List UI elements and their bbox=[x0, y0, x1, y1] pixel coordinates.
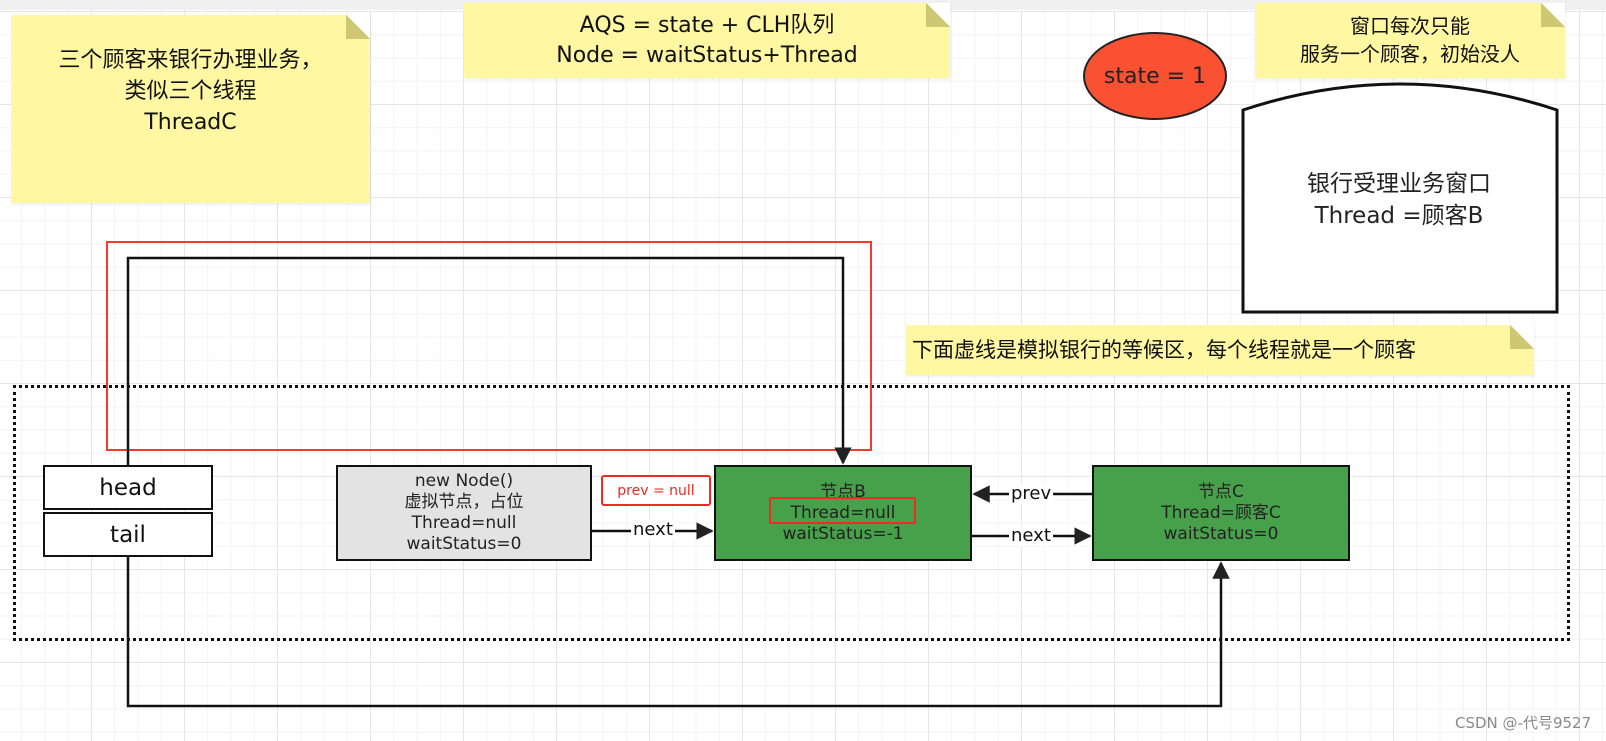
bank-window-line: Thread =顾客B bbox=[1314, 203, 1484, 229]
note-fold-corner bbox=[346, 15, 370, 39]
note-line: ThreadC bbox=[144, 110, 237, 135]
note-line: Node = waitStatus+Thread bbox=[556, 43, 858, 68]
note-line: 类似三个线程 bbox=[124, 79, 257, 104]
note-text: 下面虚线是模拟银行的等候区，每个线程就是一个顾客 bbox=[912, 338, 1416, 362]
note-window-rule[interactable]: 窗口每次只能 服务一个顾客，初始没人 bbox=[1255, 3, 1565, 78]
note-fold-corner bbox=[1541, 3, 1565, 27]
head-label: head bbox=[99, 474, 157, 501]
note-line: 窗口每次只能 bbox=[1350, 14, 1470, 38]
prev-null-annotation[interactable]: prev = null bbox=[601, 475, 711, 506]
note-fold-corner bbox=[926, 3, 950, 27]
tail-pointer-box[interactable]: tail bbox=[43, 512, 213, 557]
edge-label-next: next bbox=[1009, 525, 1053, 546]
note-line: AQS = state + CLH队列 bbox=[579, 13, 835, 38]
state-ellipse[interactable]: state = 1 bbox=[1083, 32, 1227, 120]
prev-null-label: prev = null bbox=[617, 482, 695, 499]
node-line: 节点C bbox=[1198, 481, 1244, 502]
head-link-highlight-frame[interactable] bbox=[106, 241, 872, 451]
tail-label: tail bbox=[110, 521, 146, 548]
note-aqs-definition[interactable]: AQS = state + CLH队列 Node = waitStatus+Th… bbox=[464, 3, 950, 78]
state-label: state = 1 bbox=[1103, 63, 1207, 89]
head-pointer-box[interactable]: head bbox=[43, 465, 213, 510]
note-fold-corner bbox=[1510, 325, 1534, 349]
note-line: 服务一个顾客，初始没人 bbox=[1300, 42, 1520, 66]
bank-window-line: 银行受理业务窗口 bbox=[1307, 171, 1491, 197]
note-line: 三个顾客来银行办理业务， bbox=[58, 48, 323, 73]
dummy-node[interactable]: new Node() 虚拟节点，占位 Thread=null waitStatu… bbox=[336, 465, 592, 561]
watermark: CSDN @-代号9527 bbox=[1455, 714, 1592, 732]
node-line: new Node() bbox=[414, 471, 514, 491]
edge-label-next: next bbox=[631, 519, 675, 540]
bank-window-label: 银行受理业务窗口 Thread =顾客B bbox=[1243, 168, 1555, 232]
nodeb-thread-highlight[interactable] bbox=[769, 497, 916, 524]
node-line: waitStatus=-1 bbox=[782, 523, 904, 544]
node-c[interactable]: 节点C Thread=顾客C waitStatus=0 bbox=[1092, 465, 1350, 561]
node-line: Thread=null bbox=[411, 513, 517, 533]
node-line: waitStatus=0 bbox=[1163, 523, 1279, 544]
node-line: waitStatus=0 bbox=[406, 534, 522, 554]
node-line: 虚拟节点，占位 bbox=[404, 492, 524, 512]
note-waiting-area[interactable]: 下面虚线是模拟银行的等候区，每个线程就是一个顾客 bbox=[906, 325, 1534, 375]
note-three-customers[interactable]: 三个顾客来银行办理业务， 类似三个线程 ThreadC bbox=[11, 15, 370, 203]
node-line: Thread=顾客C bbox=[1161, 502, 1281, 523]
edge-label-prev: prev bbox=[1009, 483, 1054, 504]
